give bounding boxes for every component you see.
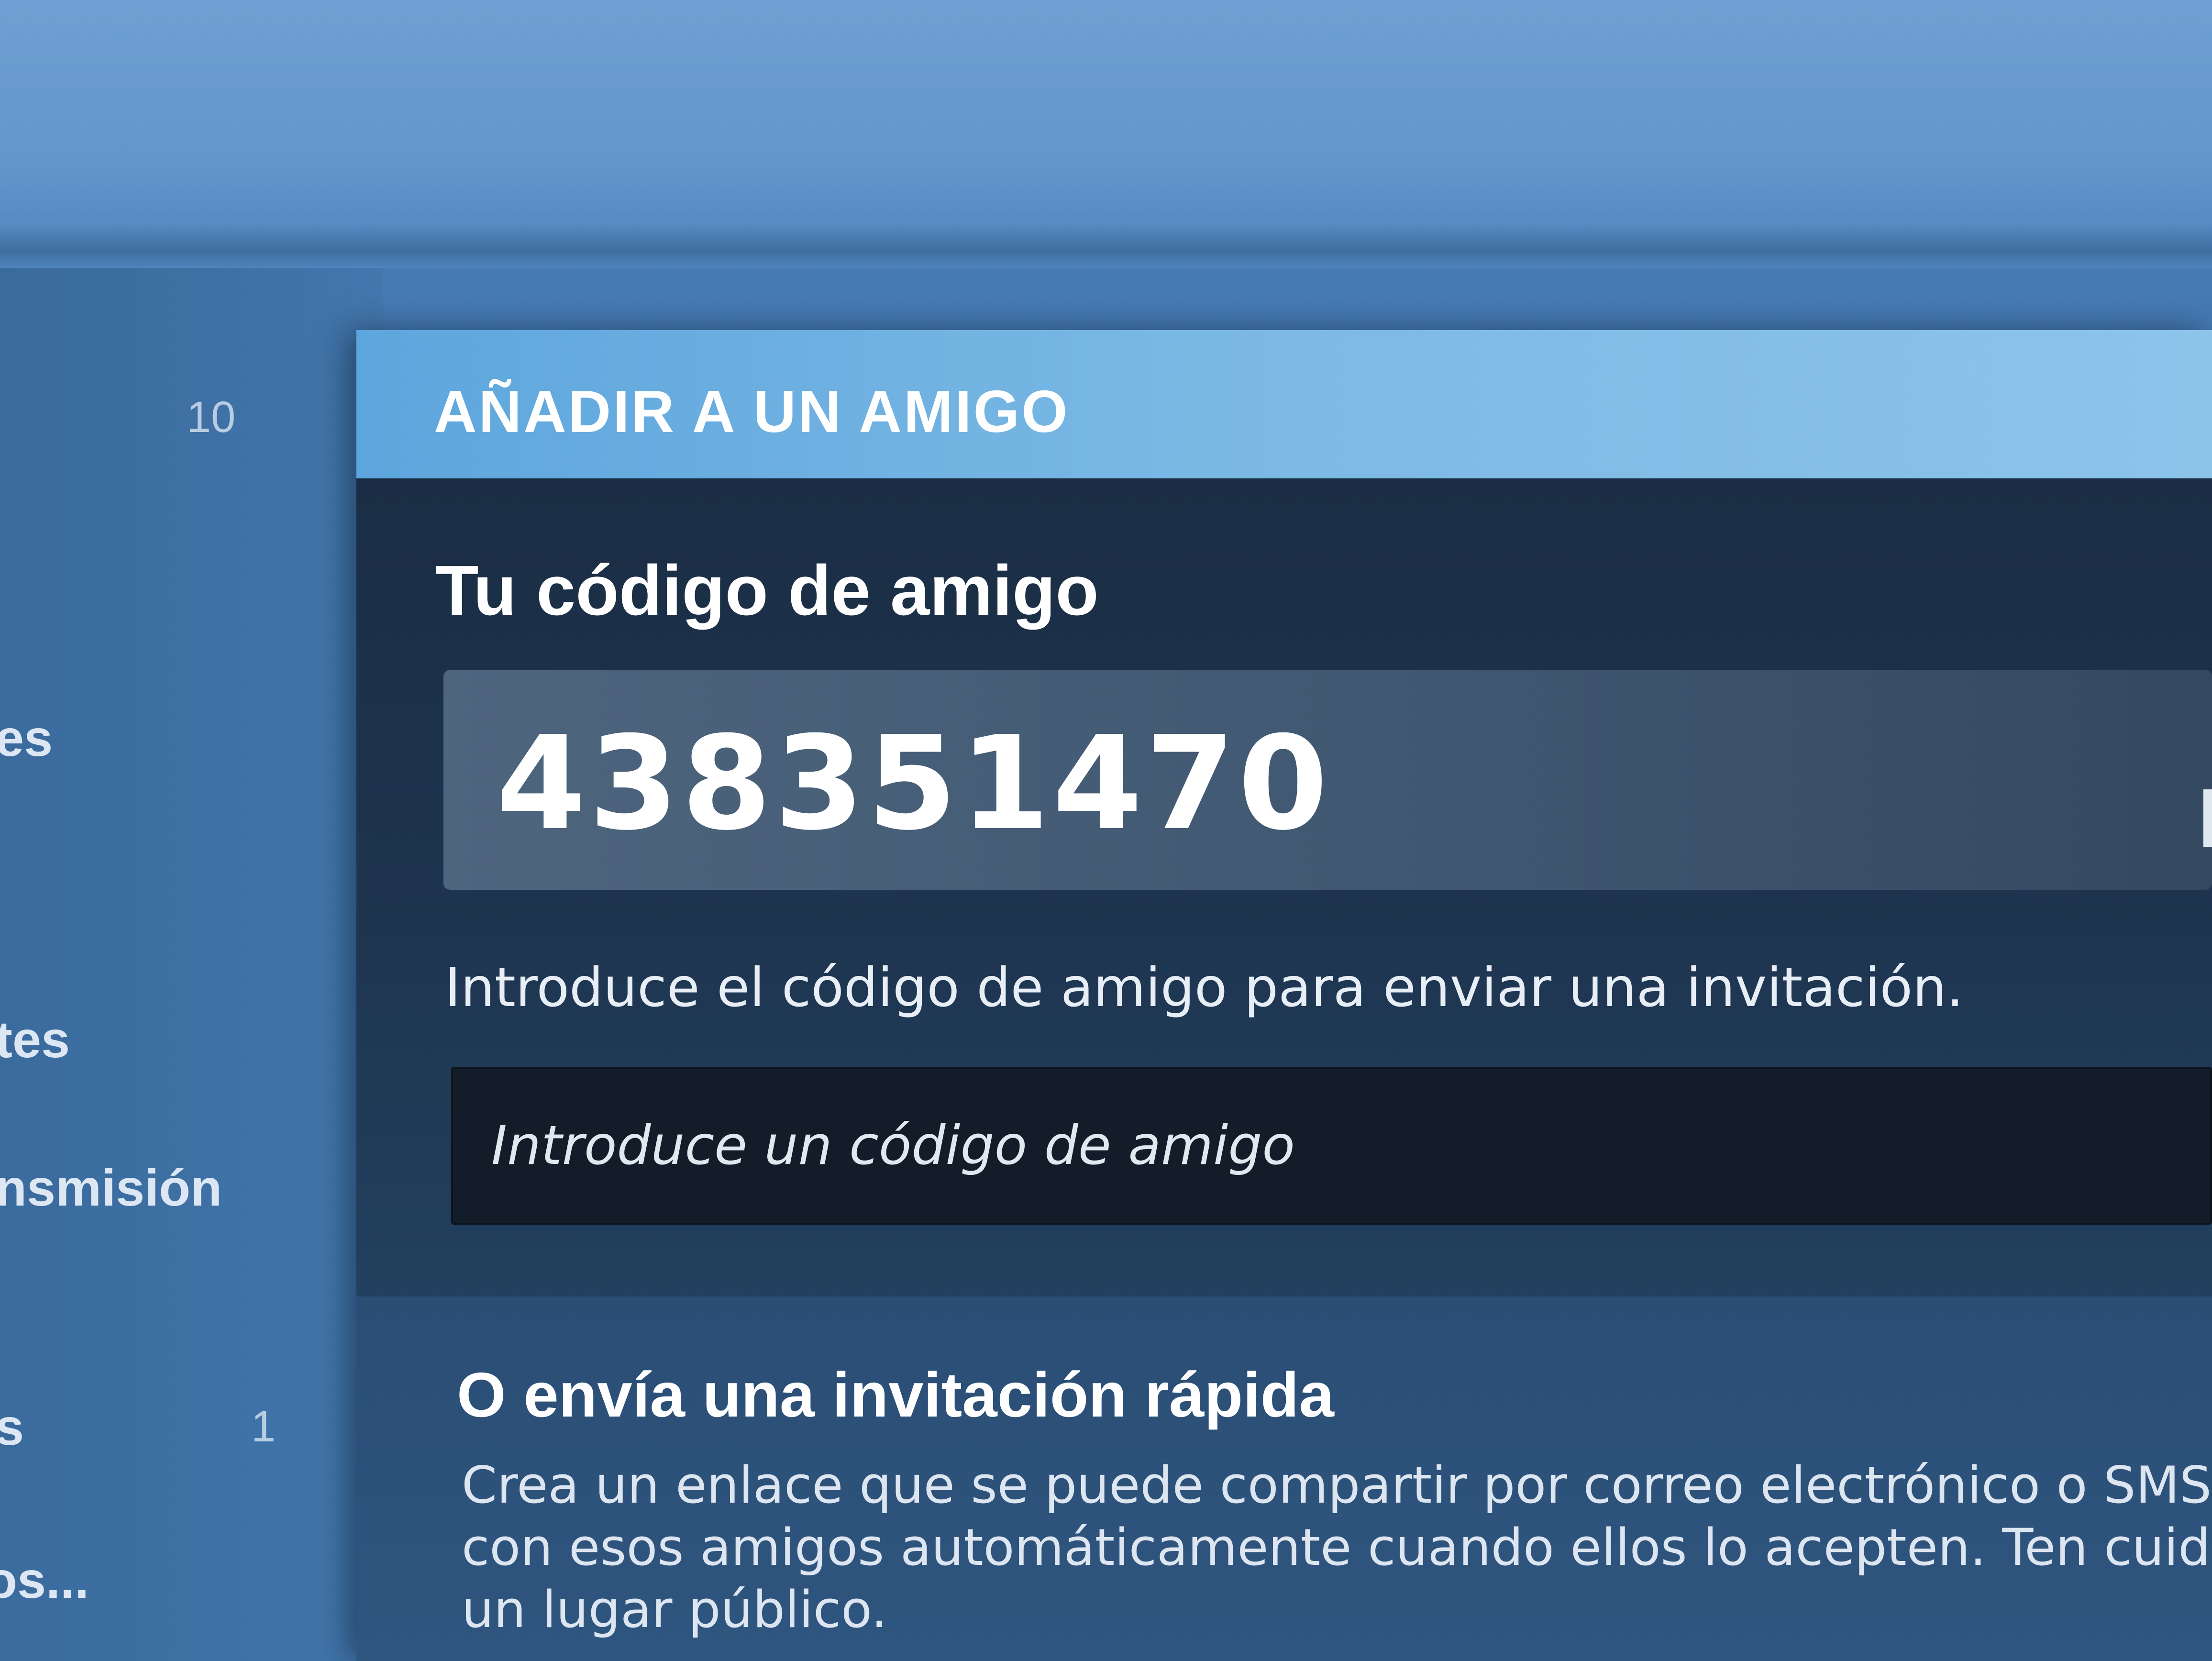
quick-invite-section: O envía una invitación rápida Crea un en… xyxy=(356,1296,2212,1661)
sidebar-item-label: tes xyxy=(0,1010,70,1068)
friends-sidebar: 10 es tes nsmisión s 1 os... xyxy=(0,268,383,1661)
sidebar-item-label: s xyxy=(0,1398,24,1456)
friend-code-input[interactable] xyxy=(451,1067,2212,1225)
add-friend-dialog: AÑADIR A UN AMIGO Tu código de amigo 438… xyxy=(356,330,2212,1661)
sidebar-item-label: os... xyxy=(0,1551,89,1609)
quick-invite-description: Crea un enlace que se puede compartir po… xyxy=(462,1454,2212,1641)
photo-of-screen: 10 es tes nsmisión s 1 os... AÑADIR A UN… xyxy=(0,0,2212,1661)
quick-invite-heading: O envía una invitación rápida xyxy=(457,1360,1334,1430)
dialog-header: AÑADIR A UN AMIGO xyxy=(356,330,2212,478)
sidebar-item-count: 1 xyxy=(251,1402,276,1451)
friend-code-section: Tu código de amigo 438351470 Introduce e… xyxy=(356,478,2212,1296)
quick-invite-line-2: con esos amigos automáticamente cuando e… xyxy=(462,1518,2212,1577)
sidebar-count-1: 10 xyxy=(187,393,236,442)
sidebar-item-label: nsmisión xyxy=(0,1159,222,1217)
friend-code-heading: Tu código de amigo xyxy=(435,551,1099,630)
quick-invite-line-3: un lugar público. xyxy=(462,1580,887,1639)
dialog-title: AÑADIR A UN AMIGO xyxy=(434,379,1070,445)
quick-invite-line-1: Crea un enlace que se puede compartir po… xyxy=(462,1456,2212,1515)
friend-code-instructions: Introduce el código de amigo para enviar… xyxy=(445,957,1964,1019)
friend-code-box[interactable]: 438351470 xyxy=(443,670,2212,890)
sidebar-item-label: es xyxy=(0,709,53,767)
copy-control-edge[interactable] xyxy=(2203,789,2212,847)
friend-code-value[interactable]: 438351470 xyxy=(496,708,1331,859)
window-top-edge xyxy=(0,225,2212,268)
